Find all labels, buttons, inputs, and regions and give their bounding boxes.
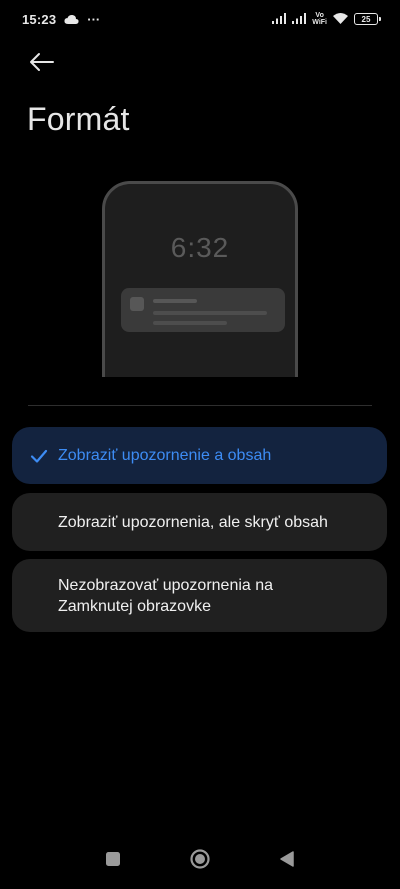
vowifi-icon: Vo WiFi <box>312 12 327 26</box>
checkmark-icon <box>30 447 48 465</box>
recents-button[interactable] <box>99 847 127 875</box>
back-button[interactable] <box>22 44 62 84</box>
lockscreen-preview: 6:32 <box>102 181 298 377</box>
status-time: 15:23 <box>22 11 57 27</box>
vowifi-bottom: WiFi <box>312 19 327 26</box>
navigation-bar <box>0 829 400 889</box>
phone-frame: 6:32 <box>102 181 298 377</box>
option-label: Zobraziť upozornenia, ale skryť obsah <box>58 513 328 531</box>
page-title: Formát <box>27 101 130 137</box>
preview-notification-line <box>153 311 267 315</box>
signal-icon-1 <box>272 12 287 27</box>
option-show-notification-and-content[interactable]: Zobraziť upozornenie a obsah <box>12 427 387 484</box>
status-bar: 15:23 ··· Vo WiFi 25 <box>0 0 400 38</box>
preview-notification-line <box>153 299 197 303</box>
circle-icon <box>189 848 211 875</box>
option-label: Nezobrazovať upozornenia na Zamknutej ob… <box>58 576 274 615</box>
cloud-icon <box>64 12 79 27</box>
status-right: Vo WiFi 25 <box>272 12 381 27</box>
option-show-notification-hide-content[interactable]: Zobraziť upozornenia, ale skryť obsah <box>12 493 387 551</box>
signal-icon-2 <box>292 12 307 27</box>
preview-notification-line <box>153 321 227 325</box>
battery-level: 25 <box>361 14 371 24</box>
preview-notification <box>121 288 285 332</box>
option-label: Zobraziť upozornenie a obsah <box>58 447 272 464</box>
square-icon <box>105 851 121 872</box>
divider <box>28 405 372 406</box>
more-notifications-icon: ··· <box>87 11 101 27</box>
status-left: 15:23 ··· <box>22 12 100 27</box>
nav-back-button[interactable] <box>273 847 301 875</box>
arrow-left-icon <box>29 52 55 77</box>
battery-icon: 25 <box>354 13 381 25</box>
preview-clock: 6:32 <box>170 232 230 263</box>
option-hide-notifications-on-lockscreen[interactable]: Nezobrazovať upozornenia na Zamknutej ob… <box>12 559 387 632</box>
triangle-icon <box>279 850 295 873</box>
wifi-icon <box>333 12 348 27</box>
home-button[interactable] <box>186 847 214 875</box>
preview-notification-icon <box>130 297 144 311</box>
vowifi-top: Vo <box>315 12 324 19</box>
